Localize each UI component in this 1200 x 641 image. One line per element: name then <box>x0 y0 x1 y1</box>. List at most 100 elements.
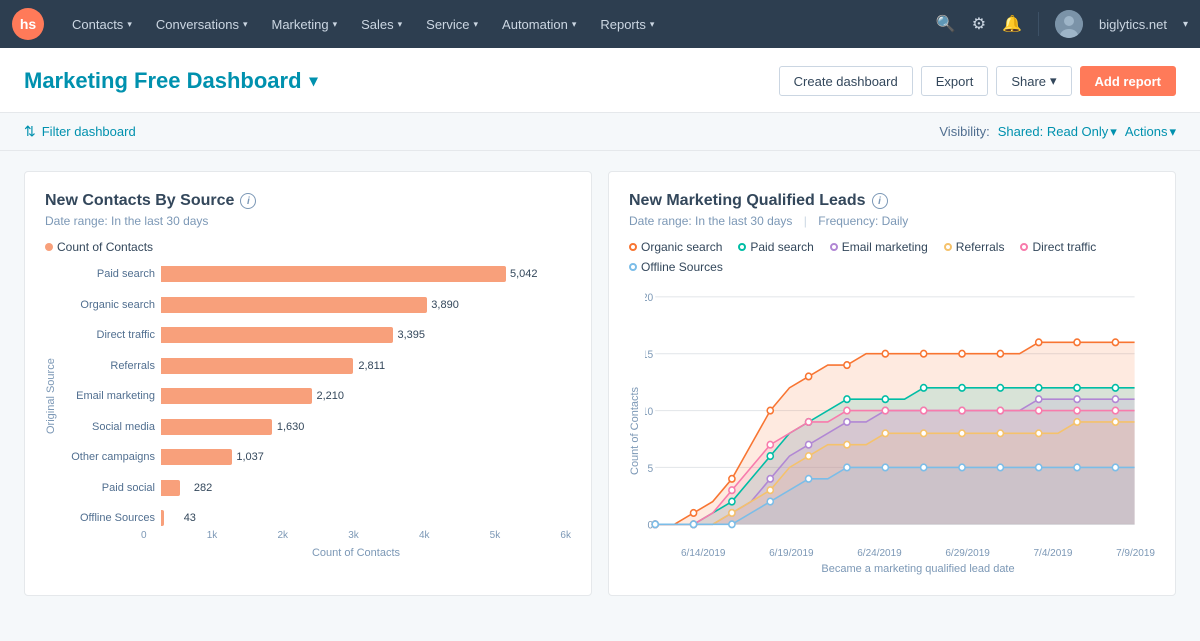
x-tick: 1k <box>207 530 218 541</box>
filter-icon: ⇅ <box>24 123 36 140</box>
nav-conversations[interactable]: Conversations ▾ <box>144 0 260 48</box>
line-chart-card: New Marketing Qualified Leads i Date ran… <box>608 171 1176 596</box>
bar-fill: 1,037 <box>161 449 232 465</box>
bar-label: Offline Sources <box>65 512 155 524</box>
header-actions: Create dashboard Export Share ▾ Add repo… <box>779 66 1176 96</box>
nav-sales[interactable]: Sales ▾ <box>349 0 414 48</box>
line-chart-container: 05101520 6/14/20196/19/20196/24/20196/29… <box>645 286 1155 575</box>
chevron-down-icon: ▾ <box>474 19 479 30</box>
line-x-axis-title: Became a marketing qualified lead date <box>645 563 1155 575</box>
navigation: hs Contacts ▾ Conversations ▾ Marketing … <box>0 0 1200 48</box>
visibility-dropdown[interactable]: Shared: Read Only ▾ <box>998 124 1117 140</box>
create-dashboard-button[interactable]: Create dashboard <box>779 66 913 96</box>
bar-label: Other campaigns <box>65 451 155 463</box>
svg-text:5: 5 <box>647 463 653 475</box>
svg-text:hs: hs <box>20 16 37 32</box>
line-x-tick: 6/24/2019 <box>857 548 902 559</box>
bar-row: Email marketing 2,210 <box>65 388 571 404</box>
actions-dropdown[interactable]: Actions ▾ <box>1125 124 1176 140</box>
hubspot-logo[interactable]: hs <box>12 8 44 40</box>
visibility-chevron-icon: ▾ <box>1110 124 1117 140</box>
bar-track: 2,811 <box>161 358 571 374</box>
chevron-down-icon: ▾ <box>127 19 132 30</box>
bar-value: 3,890 <box>431 299 459 311</box>
bar-row: Other campaigns 1,037 <box>65 449 571 465</box>
bar-fill: 3,890 <box>161 297 427 313</box>
x-tick: 4k <box>419 530 430 541</box>
bar-value: 1,037 <box>236 451 264 463</box>
page-header: Marketing Free Dashboard ▾ Create dashbo… <box>0 48 1200 113</box>
line-legend-item: Offline Sources <box>629 260 723 274</box>
legend-circle-dot <box>629 263 637 271</box>
notifications-icon[interactable]: 🔔 <box>1002 14 1022 34</box>
legend-circle-dot <box>944 243 952 251</box>
bar-fill: 2,210 <box>161 388 312 404</box>
nav-contacts[interactable]: Contacts ▾ <box>60 0 144 48</box>
bar-row: Paid search 5,042 <box>65 266 571 282</box>
nav-marketing[interactable]: Marketing ▾ <box>259 0 349 48</box>
line-legend-item: Referrals <box>944 240 1005 254</box>
nav-items: Contacts ▾ Conversations ▾ Marketing ▾ S… <box>60 0 936 48</box>
toolbar: ⇅ Filter dashboard Visibility: Shared: R… <box>0 113 1200 151</box>
bar-value: 2,210 <box>316 390 344 402</box>
line-x-tick: 6/29/2019 <box>945 548 990 559</box>
line-legend-item: Organic search <box>629 240 722 254</box>
line-x-tick: 7/4/2019 <box>1034 548 1073 559</box>
bar-chart-title: New Contacts By Source i <box>45 192 571 210</box>
bar-value: 1,630 <box>277 421 305 433</box>
line-legend-item: Paid search <box>738 240 813 254</box>
x-tick: 5k <box>490 530 501 541</box>
bar-x-axis: 01k2k3k4k5k6k <box>45 526 571 541</box>
line-x-tick: 6/19/2019 <box>769 548 814 559</box>
dashboard-dropdown-icon[interactable]: ▾ <box>310 71 318 91</box>
bar-x-axis-title: Count of Contacts <box>45 547 571 559</box>
bar-track: 1,037 <box>161 449 571 465</box>
bar-chart-inner: Paid search 5,042 Organic search 3,890 D… <box>65 266 571 526</box>
line-chart-svg: 05101520 <box>645 286 1155 546</box>
svg-text:15: 15 <box>645 349 653 361</box>
bar-fill: 1,630 <box>161 419 272 435</box>
line-chart-info-icon[interactable]: i <box>872 193 888 209</box>
bar-value: 3,395 <box>397 329 425 341</box>
line-y-axis-label: Count of Contacts <box>629 286 641 575</box>
bar-chart-info-icon[interactable]: i <box>240 193 256 209</box>
bar-fill: 5,042 <box>161 266 506 282</box>
export-button[interactable]: Export <box>921 66 989 96</box>
nav-divider <box>1038 12 1039 36</box>
user-chevron-icon[interactable]: ▾ <box>1183 19 1188 30</box>
bar-label: Email marketing <box>65 390 155 402</box>
user-label[interactable]: biglytics.net <box>1099 17 1167 32</box>
bar-legend-item: Count of Contacts <box>45 240 153 254</box>
line-x-tick: 6/14/2019 <box>681 548 726 559</box>
bar-chart-card: New Contacts By Source i Date range: In … <box>24 171 592 596</box>
bar-row: Paid social 282 <box>65 480 571 496</box>
svg-text:20: 20 <box>645 292 653 304</box>
nav-automation[interactable]: Automation ▾ <box>490 0 588 48</box>
filter-dashboard-button[interactable]: ⇅ Filter dashboard <box>24 123 136 140</box>
bar-fill: 2,811 <box>161 358 353 374</box>
actions-chevron-icon: ▾ <box>1169 124 1176 140</box>
settings-icon[interactable]: ⚙ <box>972 14 986 34</box>
nav-reports[interactable]: Reports ▾ <box>588 0 666 48</box>
bar-row: Offline Sources 43 <box>65 510 571 526</box>
nav-service[interactable]: Service ▾ <box>414 0 490 48</box>
x-tick: 2k <box>277 530 288 541</box>
share-button[interactable]: Share ▾ <box>996 66 1071 96</box>
bar-chart-legend: Count of Contacts <box>45 240 571 254</box>
line-chart-area: 05101520 <box>645 286 1155 546</box>
search-icon[interactable]: 🔍 <box>936 14 956 34</box>
bar-track: 3,395 <box>161 327 571 343</box>
x-tick: 3k <box>348 530 359 541</box>
add-report-button[interactable]: Add report <box>1080 66 1176 96</box>
x-tick: 0 <box>141 530 147 541</box>
avatar[interactable] <box>1055 10 1083 38</box>
legend-color-dot <box>45 243 53 251</box>
nav-right: 🔍 ⚙ 🔔 biglytics.net ▾ <box>936 10 1188 38</box>
bar-label: Referrals <box>65 360 155 372</box>
bar-row: Direct traffic 3,395 <box>65 327 571 343</box>
chevron-down-icon: ▾ <box>572 19 577 30</box>
bar-track: 3,890 <box>161 297 571 313</box>
line-chart-with-yaxis: Count of Contacts 05101520 6/14/20196/19… <box>629 286 1155 575</box>
chevron-down-icon: ▾ <box>398 19 403 30</box>
bar-y-axis-label: Original Source <box>45 266 57 526</box>
